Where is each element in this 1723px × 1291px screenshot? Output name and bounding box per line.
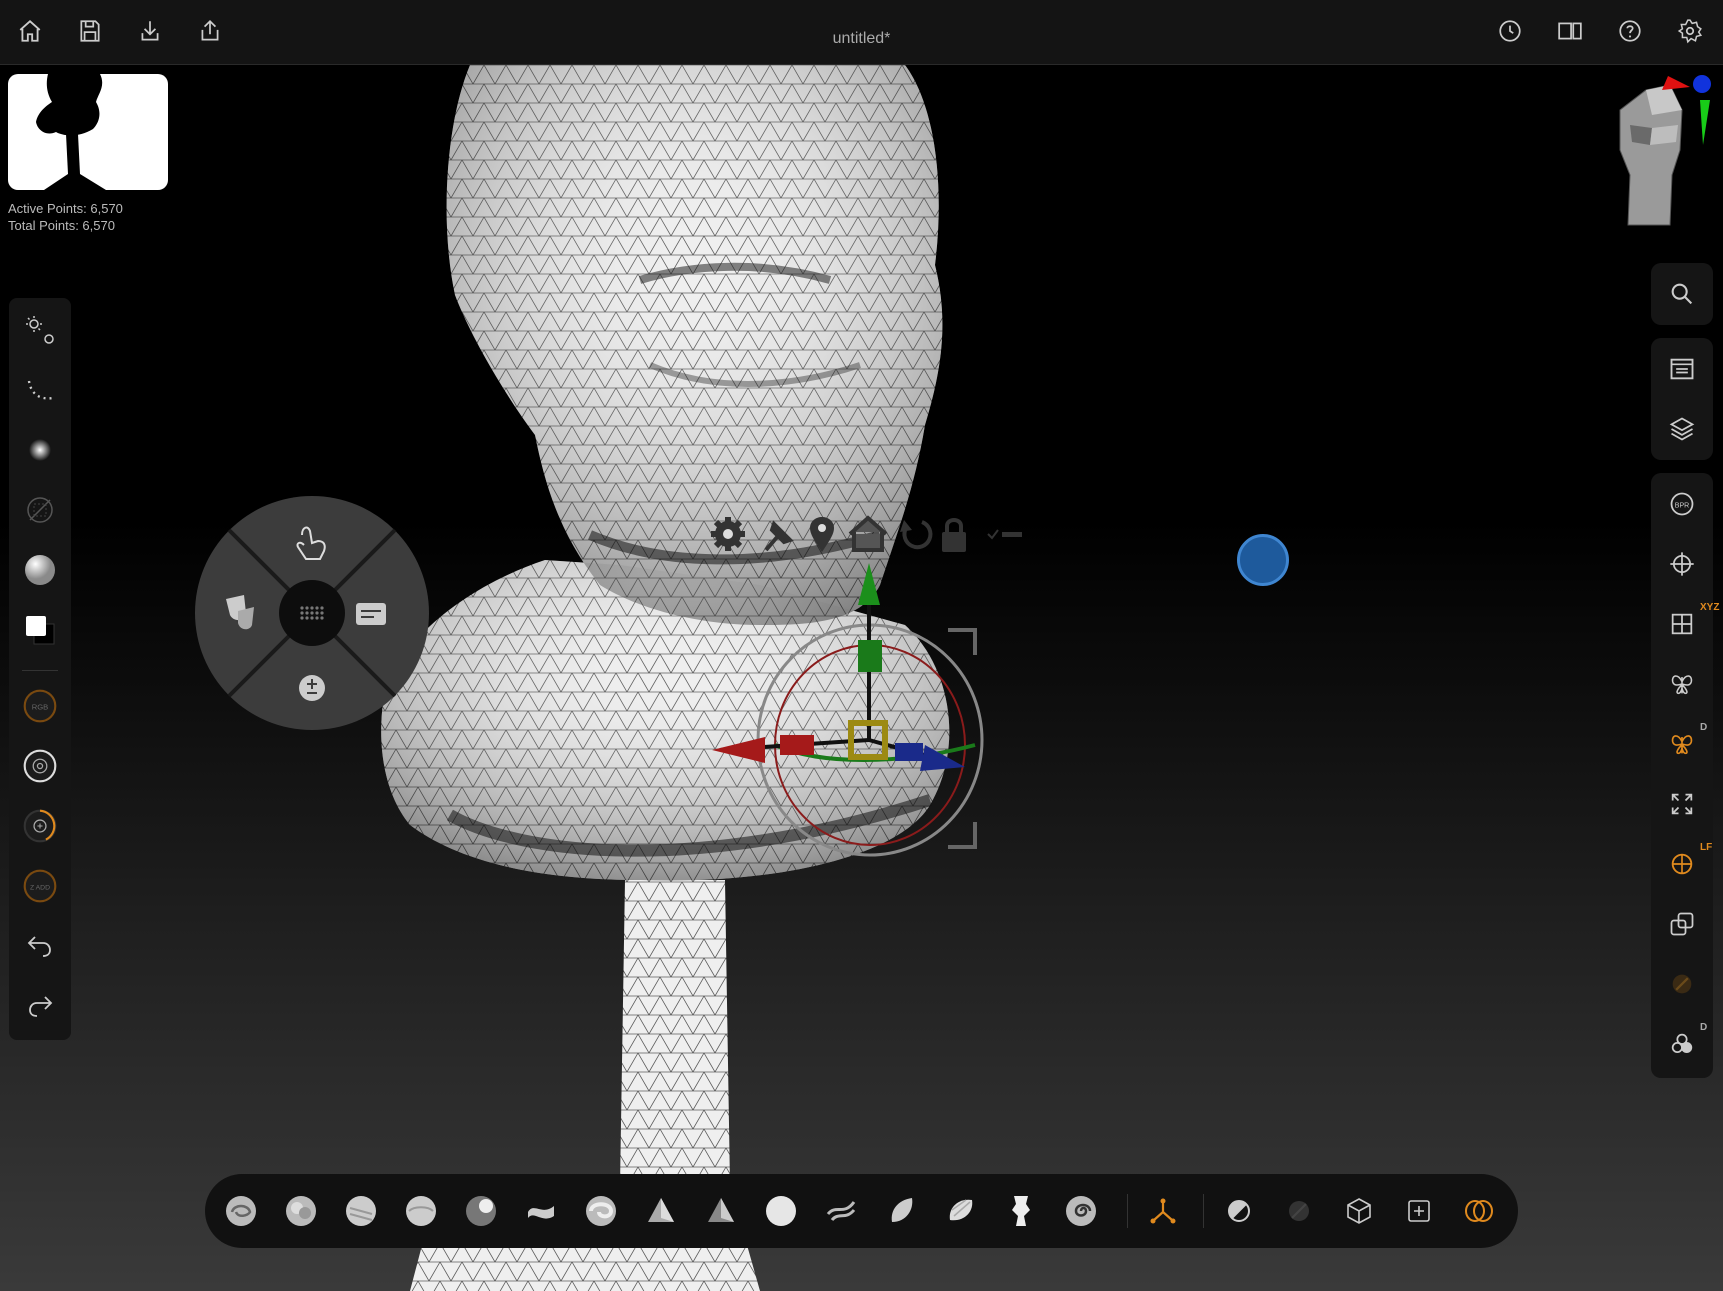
- search-icon[interactable]: [1664, 276, 1700, 312]
- symmetry-icon[interactable]: [1664, 666, 1700, 702]
- brush-bar-divider: [1203, 1194, 1204, 1228]
- slash-brush[interactable]: [823, 1193, 859, 1229]
- standard-brush[interactable]: [223, 1193, 259, 1229]
- y-axis-arrow: [1700, 100, 1710, 145]
- point-stats: Active Points: 6,570 Total Points: 6,570: [8, 200, 123, 234]
- toolbar-divider: [22, 670, 58, 671]
- dam-standard-brush[interactable]: [463, 1193, 499, 1229]
- add-subtract-icon: [299, 675, 325, 701]
- top-toolbar: untitled*: [0, 0, 1723, 65]
- svg-text:RGB: RGB: [32, 702, 49, 711]
- texture-icon[interactable]: [22, 492, 58, 528]
- clay-brush[interactable]: [343, 1193, 379, 1229]
- history-icon[interactable]: [1493, 14, 1527, 48]
- settings-icon[interactable]: [1673, 14, 1707, 48]
- brush-size-icon[interactable]: [22, 312, 58, 348]
- polyframe-icon[interactable]: [1341, 1193, 1377, 1229]
- floor-badge: XYZ: [1700, 602, 1720, 613]
- redo-icon[interactable]: [22, 988, 58, 1024]
- mask-toggle-icon: [987, 529, 1022, 540]
- radial-badge: D: [1700, 722, 1708, 733]
- tool-palette-icon[interactable]: [1664, 351, 1700, 387]
- frame-icon[interactable]: [1664, 786, 1700, 822]
- active-points-label: Active Points: 6,570: [8, 201, 123, 216]
- x-axis-arrow: [1662, 76, 1690, 90]
- gizmo-icon[interactable]: [1145, 1193, 1181, 1229]
- lock-icon: [942, 518, 966, 552]
- intensity-dial[interactable]: [22, 808, 58, 844]
- menu-icon: [356, 603, 386, 625]
- svg-text:BPR: BPR: [1675, 503, 1689, 510]
- navigation-head-widget[interactable]: [1590, 70, 1720, 230]
- curve-brush[interactable]: [1063, 1193, 1099, 1229]
- help-icon[interactable]: [1613, 14, 1647, 48]
- focal-shift-icon[interactable]: [22, 748, 58, 784]
- pin-icon: [764, 520, 794, 552]
- orbit-handle[interactable]: [1237, 534, 1289, 586]
- hpolish-brush[interactable]: [703, 1193, 739, 1229]
- mask-icon[interactable]: [1221, 1193, 1257, 1229]
- select-icon[interactable]: [1281, 1193, 1317, 1229]
- pinch-brush[interactable]: [883, 1193, 919, 1229]
- subtool-thumbnail[interactable]: [8, 74, 168, 190]
- total-points-label: Total Points: 6,570: [8, 218, 115, 233]
- undo-icon[interactable]: [22, 928, 58, 964]
- flatten-brush[interactable]: [943, 1193, 979, 1229]
- radial-symmetry-icon[interactable]: D: [1664, 722, 1707, 762]
- local-badge: LF: [1700, 842, 1713, 853]
- reset-orientation-icon: [900, 520, 933, 550]
- bpr-render-icon[interactable]: BPR: [1664, 486, 1700, 522]
- z-axis-dot: [1693, 75, 1711, 93]
- solo-badge: D: [1700, 1022, 1708, 1033]
- local-icon[interactable]: LF: [1664, 842, 1712, 882]
- material-icon[interactable]: [22, 552, 58, 588]
- rgb-toggle[interactable]: RGB: [22, 688, 58, 724]
- gizmo-settings-icon: [711, 517, 745, 551]
- subtool-add-icon[interactable]: [1401, 1193, 1437, 1229]
- snakehook-brush[interactable]: [583, 1193, 619, 1229]
- right-panel-view: BPR XYZ D LF D: [1651, 473, 1719, 1078]
- right-panel-palettes: [1651, 338, 1713, 460]
- perspective-icon[interactable]: [1664, 546, 1700, 582]
- solo-icon[interactable]: D: [1664, 1022, 1707, 1062]
- home-reset-icon: [848, 515, 888, 552]
- smooth-brush[interactable]: [763, 1193, 799, 1229]
- locate-icon: [810, 517, 834, 552]
- floor-grid-icon[interactable]: XYZ: [1664, 602, 1719, 642]
- layout-icon[interactable]: [1553, 14, 1587, 48]
- left-toolbar: RGB Z ADD: [9, 298, 71, 1040]
- svg-text:Z ADD: Z ADD: [30, 884, 50, 891]
- right-panel-search: [1651, 263, 1713, 325]
- inflate-brush[interactable]: [403, 1193, 439, 1229]
- zadd-toggle[interactable]: Z ADD: [22, 868, 58, 904]
- dynamic-icon[interactable]: [1461, 1193, 1497, 1229]
- color-swatch-icon[interactable]: [22, 612, 58, 648]
- brush-bar-divider: [1127, 1194, 1128, 1228]
- move-brush[interactable]: [523, 1193, 559, 1229]
- gizmo-toolbar: [706, 512, 1026, 561]
- transparency-icon[interactable]: [1664, 906, 1700, 942]
- mask-pen-brush[interactable]: [1003, 1193, 1039, 1229]
- ghost-icon[interactable]: [1664, 966, 1700, 1002]
- layers-icon[interactable]: [1664, 411, 1700, 447]
- brush-bar: [205, 1174, 1518, 1248]
- document-title: untitled*: [832, 30, 891, 47]
- clay-buildup-brush[interactable]: [283, 1193, 319, 1229]
- radial-menu: [194, 495, 430, 731]
- stroke-icon[interactable]: [22, 372, 58, 408]
- trim-dynamic-brush[interactable]: [643, 1193, 679, 1229]
- alpha-icon[interactable]: [22, 432, 58, 468]
